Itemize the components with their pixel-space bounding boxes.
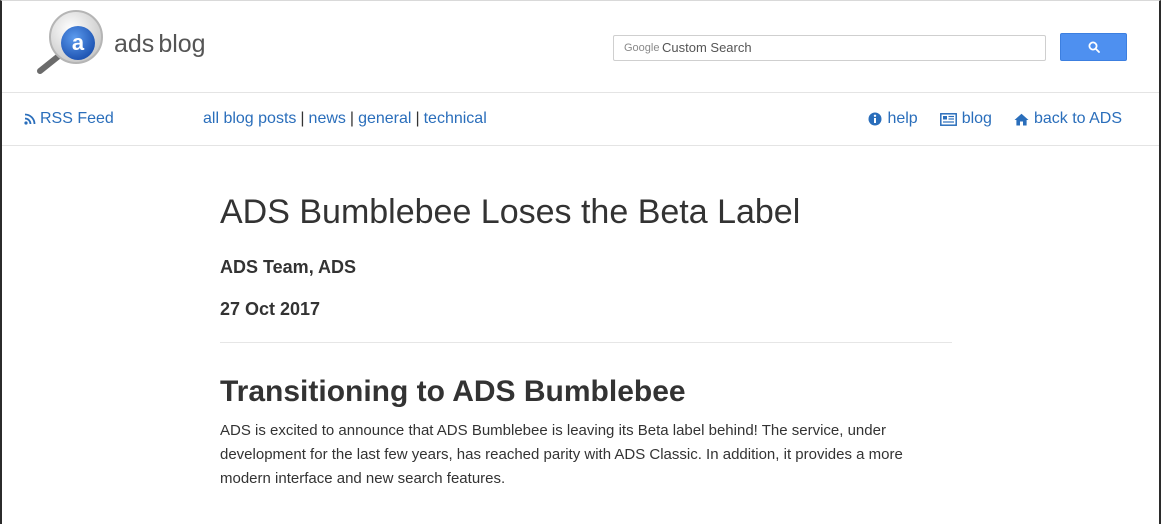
help-label: help [887, 110, 918, 127]
article: ADS Bumblebee Loses the Beta Label ADS T… [220, 191, 960, 491]
utility-links: help blog back to ADS [846, 110, 1122, 128]
nav-separator: | [300, 110, 305, 127]
home-icon [1014, 113, 1029, 125]
ads-blog-logo[interactable]: a ads blog [26, 9, 246, 79]
nav-bar: RSS Feed all blog posts | news | general | tec… [2, 94, 1159, 146]
logo-ads-text: ads [114, 30, 155, 58]
search-input[interactable] [613, 35, 1046, 61]
blog-link[interactable]: blog [939, 110, 992, 128]
info-circle-icon [868, 112, 882, 126]
back-to-ads-link[interactable]: back to ADS [1014, 110, 1122, 128]
logo-wordmark: ads blog [114, 29, 206, 59]
nav-general[interactable]: general [358, 110, 411, 127]
page: a adsblog Google Custom Search RSS Feed [0, 0, 1161, 524]
logo-blog-text: blog [158, 30, 206, 58]
site-header: a ads blog Google Custom Search [2, 1, 1159, 93]
search-button[interactable] [1060, 33, 1127, 61]
blog-label: blog [961, 110, 992, 127]
post-title: ADS Bumblebee Loses the Beta Label [220, 193, 801, 231]
newspaper-icon [939, 112, 957, 126]
divider [220, 342, 952, 343]
post-author: ADS Team, ADS [220, 257, 357, 277]
section-heading: Transitioning to ADS Bumblebee [220, 375, 686, 408]
search-icon [1088, 41, 1100, 53]
category-links: all blog posts | news | general | technical [203, 110, 487, 128]
rss-icon [24, 113, 36, 125]
help-link[interactable]: help [868, 110, 918, 128]
post-date: 27 Oct 2017 [220, 299, 321, 319]
nav-all-blog-posts[interactable]: all blog posts [203, 110, 296, 127]
nav-separator: | [415, 110, 420, 127]
nav-technical[interactable]: technical [424, 110, 487, 127]
ads-logo-icon: a [37, 10, 103, 74]
nav-separator: | [349, 110, 355, 127]
back-to-ads-label: back to ADS [1033, 110, 1122, 127]
nav-news[interactable]: news [309, 110, 346, 127]
rss-feed-label: RSS Feed [40, 110, 114, 127]
rss-feed-link[interactable]: RSS Feed [24, 110, 114, 128]
article-paragraph: ADS is excited to announce that ADS Bumb… [220, 422, 903, 487]
logo-letter: a [72, 30, 85, 55]
